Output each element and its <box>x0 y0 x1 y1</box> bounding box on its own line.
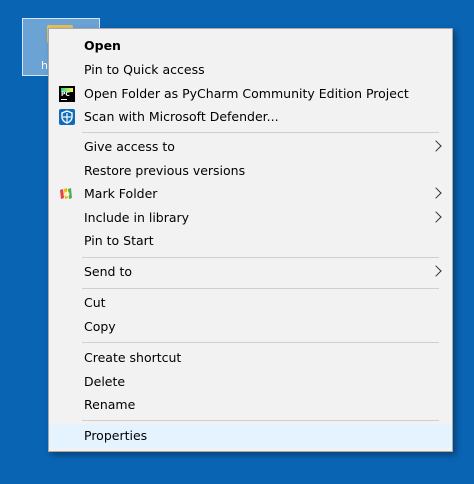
pycharm-icon: PC <box>59 86 75 102</box>
menu-item-delete[interactable]: Delete <box>49 370 452 394</box>
menu-separator <box>82 132 439 133</box>
menu-item-create-shortcut[interactable]: Create shortcut <box>49 346 452 370</box>
menu-item-copy[interactable]: Copy <box>49 315 452 339</box>
mark-folder-icon <box>59 186 75 202</box>
menu-separator <box>82 257 439 258</box>
context-menu: Open Pin to Quick access PC Open Folder … <box>48 28 453 452</box>
menu-item-rename[interactable]: Rename <box>49 393 452 417</box>
menu-item-open[interactable]: Open <box>49 34 452 58</box>
chevron-right-icon <box>430 211 442 223</box>
menu-item-pin-start[interactable]: Pin to Start <box>49 229 452 253</box>
menu-item-restore-versions[interactable]: Restore previous versions <box>49 159 452 183</box>
menu-item-open-pycharm[interactable]: PC Open Folder as PyCharm Community Edit… <box>49 82 452 106</box>
defender-shield-icon <box>59 109 75 125</box>
menu-item-give-access[interactable]: Give access to <box>49 135 452 159</box>
menu-separator <box>82 420 439 421</box>
chevron-right-icon <box>430 187 442 199</box>
menu-item-scan-defender[interactable]: Scan with Microsoft Defender... <box>49 105 452 129</box>
menu-item-mark-folder[interactable]: Mark Folder <box>49 182 452 206</box>
menu-separator <box>82 342 439 343</box>
chevron-right-icon <box>430 140 442 152</box>
chevron-right-icon <box>430 265 442 277</box>
menu-item-send-to[interactable]: Send to <box>49 260 452 284</box>
menu-item-properties[interactable]: Properties <box>49 424 452 448</box>
menu-item-pin-quick-access[interactable]: Pin to Quick access <box>49 58 452 82</box>
folder-name-label: h <box>41 59 48 72</box>
menu-item-cut[interactable]: Cut <box>49 291 452 315</box>
menu-separator <box>82 288 439 289</box>
menu-item-include-library[interactable]: Include in library <box>49 206 452 230</box>
